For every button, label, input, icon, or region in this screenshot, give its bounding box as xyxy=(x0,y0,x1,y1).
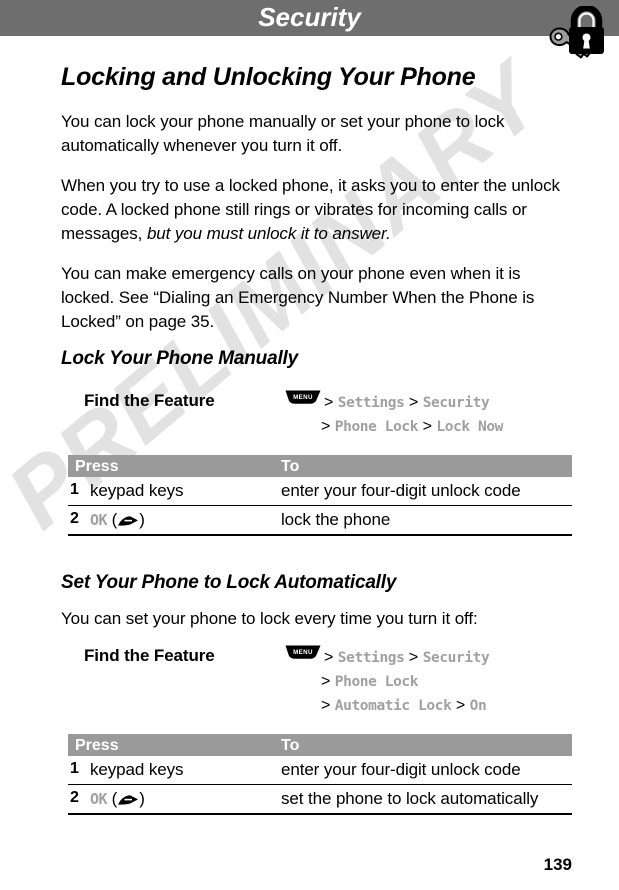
column-header-press: Press xyxy=(75,737,119,754)
menu-item[interactable]: Phone Lock xyxy=(335,674,419,690)
step-press: OK () xyxy=(90,510,145,530)
paragraph-2: When you try to use a locked phone, it a… xyxy=(61,174,561,246)
menu-path-line: > Phone Lock xyxy=(285,670,605,694)
menu-item[interactable]: Security xyxy=(423,650,490,666)
softkey-paren-close: ) xyxy=(139,789,145,808)
paragraph-3: You can make emergency calls on your pho… xyxy=(61,264,535,331)
step-press: OK () xyxy=(90,789,145,809)
softkey-label: OK xyxy=(90,511,108,529)
column-header-to: To xyxy=(281,458,300,475)
menu-path-1: MENU > Settings > Security > Phone Lock … xyxy=(285,389,605,439)
column-header-press: Press xyxy=(75,458,119,475)
lock-and-key-icon xyxy=(543,4,609,64)
page-content: Locking and Unlocking Your Phone You can… xyxy=(0,0,619,890)
menu-separator: > xyxy=(408,394,419,411)
step-press: keypad keys xyxy=(90,481,184,500)
menu-key-icon[interactable]: MENU xyxy=(285,389,321,412)
table-row: 1 keypad keys enter your four-digit unlo… xyxy=(68,477,572,506)
subsection-2-intro: You can set your phone to lock every tim… xyxy=(61,609,478,628)
step-number: 1 xyxy=(70,760,79,777)
menu-key-icon[interactable]: MENU xyxy=(285,644,321,667)
step-to: enter your four-digit unlock code xyxy=(281,760,521,779)
subsection-1-heading: Lock Your Phone Manually xyxy=(61,348,298,369)
svg-text:MENU: MENU xyxy=(293,649,313,656)
softkey-paren-open: ( xyxy=(107,510,118,529)
table-row: 1 keypad keys enter your four-digit unlo… xyxy=(68,756,572,785)
find-the-feature-label-1: Find the Feature xyxy=(84,391,215,410)
right-softkey-icon xyxy=(117,789,139,808)
softkey-paren-open: ( xyxy=(107,789,118,808)
find-the-feature-label-2: Find the Feature xyxy=(84,646,215,665)
table-header-row: Press To xyxy=(68,455,572,477)
menu-separator: > xyxy=(408,649,419,666)
menu-separator: > xyxy=(324,649,334,666)
menu-item[interactable]: Settings xyxy=(338,650,405,666)
svg-text:MENU: MENU xyxy=(293,394,313,401)
menu-path-line: > Phone Lock > Lock Now xyxy=(285,415,605,439)
menu-item[interactable]: Security xyxy=(423,395,490,411)
menu-path-line: > Automatic Lock > On xyxy=(285,694,605,718)
page-number: 139 xyxy=(543,855,572,874)
menu-path-2: MENU > Settings > Security > Phone Lock … xyxy=(285,644,605,718)
menu-separator: > xyxy=(321,418,331,435)
step-number: 2 xyxy=(70,789,79,806)
menu-separator: > xyxy=(321,673,331,690)
menu-path-line: MENU > Settings > Security xyxy=(285,644,605,670)
table-row: 2 OK () lock the phone xyxy=(68,506,572,535)
step-press: keypad keys xyxy=(90,760,184,779)
steps-table-1: Press To 1 keypad keys enter your four-d… xyxy=(68,455,572,539)
menu-separator: > xyxy=(321,697,331,714)
softkey-label: OK xyxy=(90,790,108,808)
step-to: set the phone to lock automatically xyxy=(281,789,539,808)
right-softkey-icon xyxy=(117,510,139,529)
menu-separator: > xyxy=(422,418,432,435)
step-to: lock the phone xyxy=(281,510,391,529)
table-bottom-rule xyxy=(68,535,572,539)
menu-item[interactable]: Settings xyxy=(338,395,405,411)
menu-separator: > xyxy=(455,697,466,714)
table-row: 2 OK () set the phone to lock automatica… xyxy=(68,785,572,814)
step-number: 1 xyxy=(70,481,79,498)
step-to: enter your four-digit unlock code xyxy=(281,481,521,500)
menu-path-line: MENU > Settings > Security xyxy=(285,389,605,415)
steps-table-2: Press To 1 keypad keys enter your four-d… xyxy=(68,734,572,818)
page-header-bar: Security xyxy=(0,0,619,36)
table-header-row: Press To xyxy=(68,734,572,756)
menu-separator: > xyxy=(324,394,334,411)
paragraph-1: You can lock your phone manually or set … xyxy=(61,112,505,155)
column-header-to: To xyxy=(281,737,300,754)
page-title: Security xyxy=(258,2,361,32)
step-number: 2 xyxy=(70,510,79,527)
softkey-paren-close: ) xyxy=(139,510,145,529)
menu-item[interactable]: Phone Lock xyxy=(335,419,419,435)
table-bottom-rule xyxy=(68,814,572,818)
menu-item[interactable]: Automatic Lock xyxy=(335,698,452,714)
paragraph-2-emphasis: but you must unlock it to answer. xyxy=(146,224,391,243)
section-heading: Locking and Unlocking Your Phone xyxy=(61,63,476,91)
subsection-2-heading: Set Your Phone to Lock Automatically xyxy=(61,572,397,593)
menu-item[interactable]: Lock Now xyxy=(436,419,503,435)
menu-item[interactable]: On xyxy=(470,698,487,714)
